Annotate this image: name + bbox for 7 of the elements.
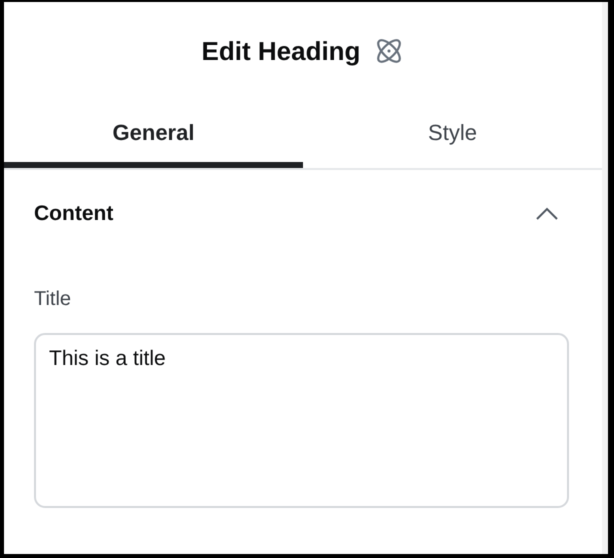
field-label: Title: [34, 288, 72, 311]
title-field[interactable]: This is a title: [34, 333, 569, 508]
tab[interactable]: General: [4, 100, 303, 168]
chevron-icon[interactable]: [536, 207, 558, 221]
section-title[interactable]: Content: [34, 202, 114, 226]
tab[interactable]: Style: [303, 100, 602, 168]
panel-title: Edit Heading: [202, 36, 360, 66]
